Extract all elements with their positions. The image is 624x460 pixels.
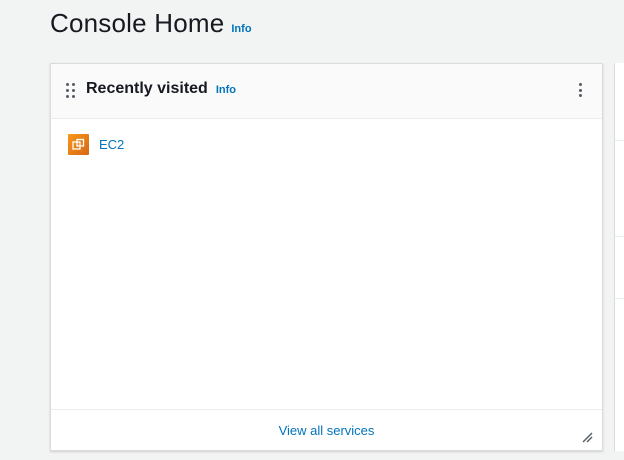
ec2-service-icon bbox=[68, 134, 89, 155]
recent-service-label: EC2 bbox=[99, 137, 125, 152]
console-home-page: Console Home Info Recently visited Info bbox=[0, 0, 624, 460]
widget-actions-menu-icon[interactable] bbox=[579, 83, 583, 97]
widget-info-link[interactable]: Info bbox=[216, 84, 236, 96]
recent-service-link-ec2[interactable]: EC2 bbox=[68, 134, 124, 155]
recently-visited-widget: Recently visited Info EC2 View all servi… bbox=[50, 63, 603, 451]
resize-handle-icon[interactable] bbox=[582, 430, 593, 443]
page-title: Console Home bbox=[50, 8, 225, 38]
page-header: Console Home Info bbox=[50, 8, 252, 39]
adjacent-widget-edge bbox=[614, 63, 624, 451]
drag-handle-icon[interactable] bbox=[66, 83, 76, 98]
view-all-services-link[interactable]: View all services bbox=[51, 423, 602, 438]
widget-title: Recently visited bbox=[86, 80, 208, 97]
widget-footer: View all services bbox=[51, 409, 602, 450]
widget-title-group: Recently visited Info bbox=[86, 80, 236, 98]
page-info-link[interactable]: Info bbox=[231, 23, 251, 35]
widget-header: Recently visited Info bbox=[51, 64, 602, 119]
